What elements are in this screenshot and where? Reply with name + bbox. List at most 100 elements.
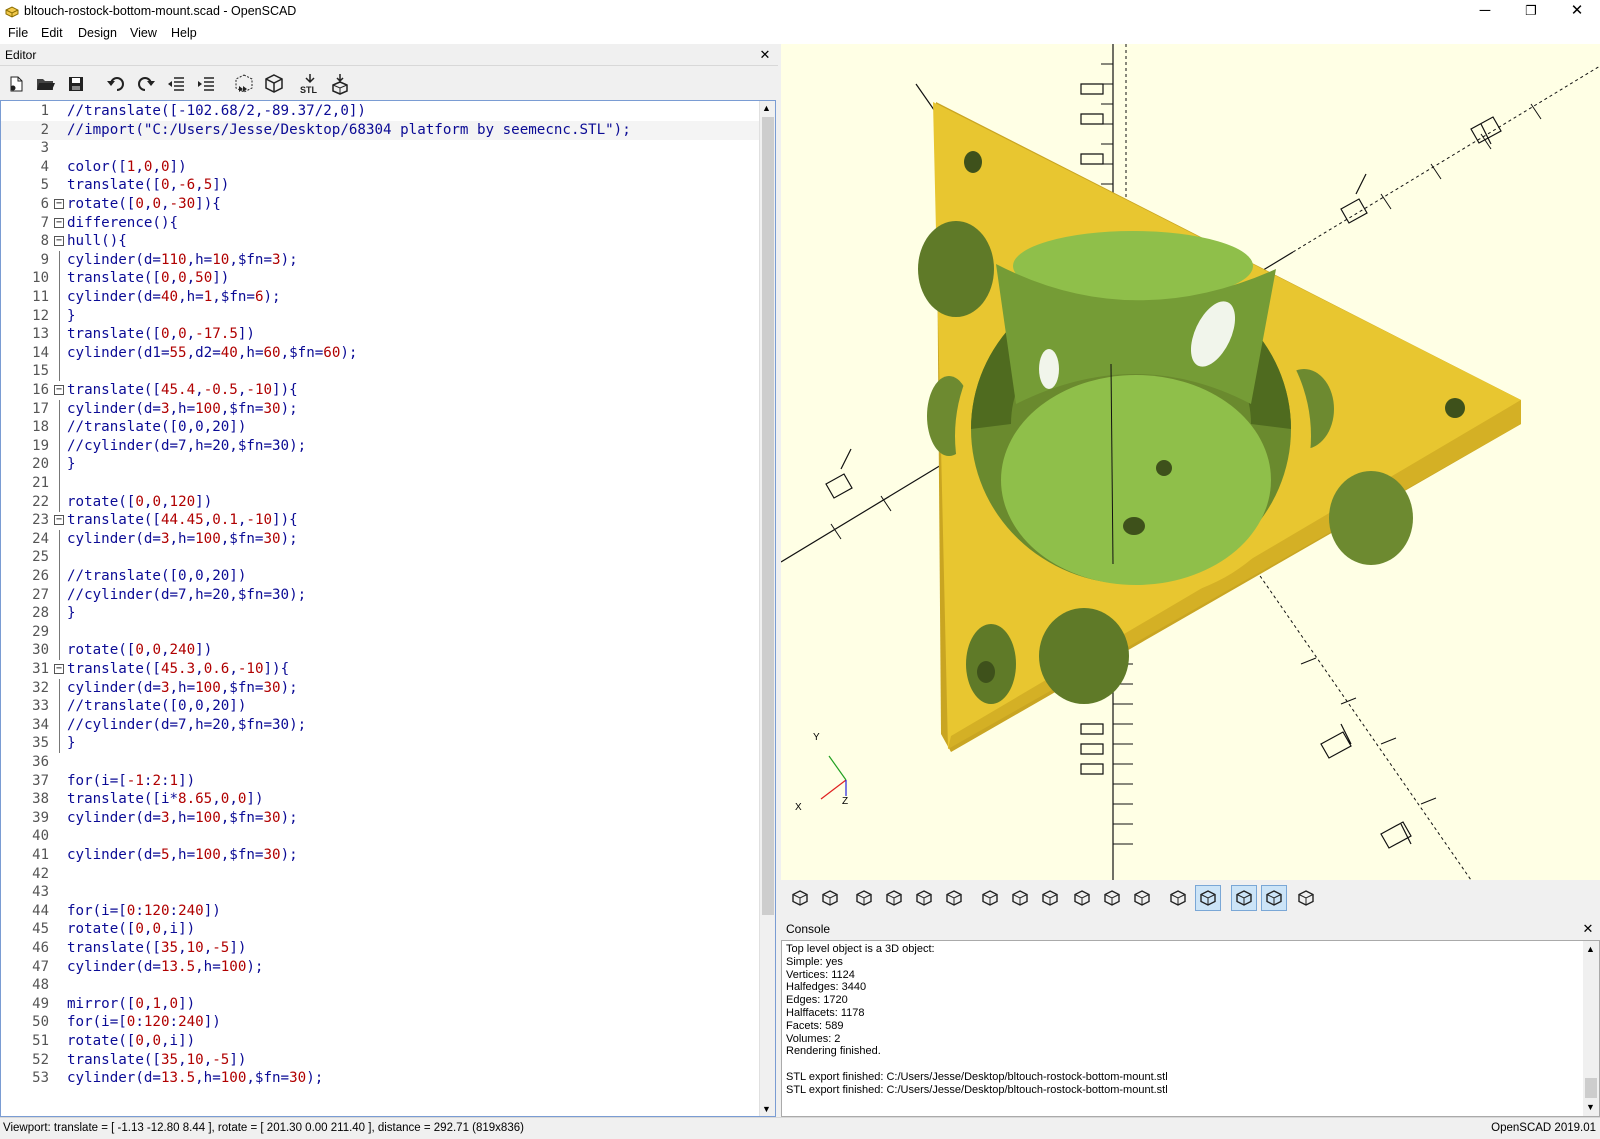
- code-line[interactable]: 41 cylinder(d=5,h=100,$fn=30);: [1, 846, 761, 865]
- view-back-icon[interactable]: [1129, 885, 1155, 911]
- redo-icon[interactable]: [134, 72, 158, 96]
- code-line[interactable]: 42: [1, 865, 761, 884]
- code-line[interactable]: 14 cylinder(d1=55,d2=40,h=60,$fn=60);: [1, 343, 761, 363]
- zoom-out-icon[interactable]: [911, 885, 937, 911]
- view-right-icon[interactable]: [977, 885, 1003, 911]
- code-line[interactable]: 52 translate([35,10,-5]): [1, 1051, 761, 1070]
- preview-icon[interactable]: [787, 885, 813, 911]
- fold-toggle-icon[interactable]: −: [54, 385, 64, 395]
- code-line[interactable]: 23− translate([44.45,0.1,-10]){: [1, 511, 761, 530]
- show-axes-icon[interactable]: [1231, 885, 1257, 911]
- code-line[interactable]: 28}: [1, 604, 761, 624]
- preview-icon[interactable]: [232, 72, 256, 96]
- menu-design[interactable]: Design: [78, 26, 117, 40]
- code-line[interactable]: 34 //cylinder(d=7,h=20,$fn=30);: [1, 715, 761, 735]
- menu-file[interactable]: File: [8, 26, 28, 40]
- console-scroll-up-icon[interactable]: ▲: [1586, 943, 1595, 956]
- console-scroll-down-icon[interactable]: ▼: [1586, 1101, 1595, 1114]
- console-close-button[interactable]: ✕: [1581, 922, 1595, 936]
- code-line[interactable]: 27 //cylinder(d=7,h=20,$fn=30);: [1, 585, 761, 605]
- menu-edit[interactable]: Edit: [41, 26, 63, 40]
- restore-button[interactable]: ❐: [1508, 0, 1554, 24]
- menu-view[interactable]: View: [130, 26, 157, 40]
- code-line[interactable]: 15: [1, 362, 761, 382]
- code-line[interactable]: 4 color([1,0,0]): [1, 158, 761, 177]
- code-line[interactable]: 25: [1, 548, 761, 568]
- code-line[interactable]: 30 rotate([0,0,240]): [1, 641, 761, 661]
- code-line[interactable]: 31− translate([45.3,0.6,-10]){: [1, 660, 761, 679]
- editor-close-button[interactable]: ✕: [758, 48, 772, 62]
- code-line[interactable]: 16− translate([45.4,-0.5,-10]){: [1, 381, 761, 400]
- undo-icon[interactable]: [104, 72, 128, 96]
- show-edges-icon[interactable]: [1293, 885, 1319, 911]
- send-to-print-icon[interactable]: [328, 72, 352, 96]
- code-line[interactable]: 13 translate([0,0,-17.5]): [1, 325, 761, 345]
- orthogonal-icon[interactable]: [1195, 885, 1221, 911]
- code-line[interactable]: 18 //translate([0,0,20]): [1, 418, 761, 438]
- show-scale-markers-icon[interactable]: [1261, 885, 1287, 911]
- editor-scrollbar[interactable]: ▲ ▼: [759, 101, 775, 1116]
- unindent-icon[interactable]: [164, 72, 188, 96]
- code-line[interactable]: 3: [1, 139, 761, 158]
- code-line[interactable]: 39 cylinder(d=3,h=100,$fn=30);: [1, 809, 761, 828]
- code-line[interactable]: 49 mirror([0,1,0]): [1, 995, 761, 1014]
- code-line[interactable]: 1 //translate([-102.68/2,-89.37/2,0]): [1, 102, 761, 121]
- zoom-in-icon[interactable]: [881, 885, 907, 911]
- code-line[interactable]: 37 for(i=[-1:2:1]): [1, 772, 761, 791]
- fold-toggle-icon[interactable]: −: [54, 664, 64, 674]
- menu-help[interactable]: Help: [171, 26, 197, 40]
- perspective-icon[interactable]: [1165, 885, 1191, 911]
- open-file-icon[interactable]: [34, 72, 58, 96]
- new-file-icon[interactable]: [4, 72, 28, 96]
- code-line[interactable]: 32 cylinder(d=3,h=100,$fn=30);: [1, 678, 761, 698]
- view-top-icon[interactable]: [1007, 885, 1033, 911]
- code-line[interactable]: 24 cylinder(d=3,h=100,$fn=30);: [1, 529, 761, 549]
- fold-toggle-icon[interactable]: −: [54, 236, 64, 247]
- code-editor[interactable]: 1 //translate([-102.68/2,-89.37/2,0]) 2 //i…: [0, 100, 776, 1117]
- render-icon[interactable]: [817, 885, 843, 911]
- 3d-viewport[interactable]: X Y Z: [781, 44, 1600, 880]
- console-scrollbar-thumb[interactable]: [1585, 1078, 1597, 1098]
- code-line[interactable]: 53 cylinder(d=13.5,h=100,$fn=30);: [1, 1069, 761, 1088]
- console-scrollbar[interactable]: ▲ ▼: [1583, 941, 1599, 1116]
- code-line[interactable]: 38 translate([i*8.65,0,0]): [1, 790, 761, 809]
- code-line[interactable]: 9 cylinder(d=110,h=10,$fn=3);: [1, 250, 761, 270]
- code-line[interactable]: 44 for(i=[0:120:240]): [1, 902, 761, 921]
- code-line[interactable]: 17 cylinder(d=3,h=100,$fn=30);: [1, 399, 761, 419]
- fold-toggle-icon[interactable]: −: [54, 217, 64, 228]
- code-line[interactable]: 46 translate([35,10,-5]): [1, 939, 761, 958]
- reset-view-icon[interactable]: [941, 885, 967, 911]
- code-line[interactable]: 29: [1, 622, 761, 642]
- code-line[interactable]: 47 cylinder(d=13.5,h=100);: [1, 958, 761, 977]
- code-line[interactable]: 45 rotate([0,0,i]): [1, 920, 761, 939]
- code-line[interactable]: 7− difference(){: [1, 214, 761, 233]
- minimize-button[interactable]: ─: [1462, 0, 1508, 24]
- scroll-down-icon[interactable]: ▼: [762, 1104, 771, 1114]
- code-line[interactable]: 43: [1, 883, 761, 902]
- indent-icon[interactable]: [194, 72, 218, 96]
- code-line[interactable]: 22 rotate([0,0,120]): [1, 492, 761, 512]
- code-line[interactable]: 8− hull(){: [1, 232, 761, 251]
- code-line[interactable]: 12}: [1, 306, 761, 326]
- render-icon[interactable]: [262, 72, 286, 96]
- code-line[interactable]: 40: [1, 827, 761, 846]
- code-line[interactable]: 5 translate([0,-6,5]): [1, 176, 761, 195]
- scroll-up-icon[interactable]: ▲: [762, 103, 771, 113]
- view-front-icon[interactable]: [1099, 885, 1125, 911]
- code-line[interactable]: 10 translate([0,0,50]): [1, 269, 761, 289]
- code-line[interactable]: 26 //translate([0,0,20]): [1, 567, 761, 586]
- save-icon[interactable]: [64, 72, 88, 96]
- view-left-icon[interactable]: [1069, 885, 1095, 911]
- code-line[interactable]: 35}: [1, 734, 761, 754]
- code-line[interactable]: 48: [1, 976, 761, 995]
- close-window-button[interactable]: ✕: [1554, 0, 1600, 24]
- code-line[interactable]: 21: [1, 474, 761, 493]
- code-line[interactable]: 19 //cylinder(d=7,h=20,$fn=30);: [1, 436, 761, 456]
- code-line[interactable]: 51 rotate([0,0,i]): [1, 1032, 761, 1051]
- view-all-icon[interactable]: [851, 885, 877, 911]
- code-line[interactable]: 50 for(i=[0:120:240]): [1, 1013, 761, 1032]
- fold-toggle-icon[interactable]: −: [54, 515, 64, 526]
- code-line[interactable]: 36: [1, 753, 761, 772]
- view-bottom-icon[interactable]: [1037, 885, 1063, 911]
- export-stl-icon[interactable]: STL: [298, 72, 322, 96]
